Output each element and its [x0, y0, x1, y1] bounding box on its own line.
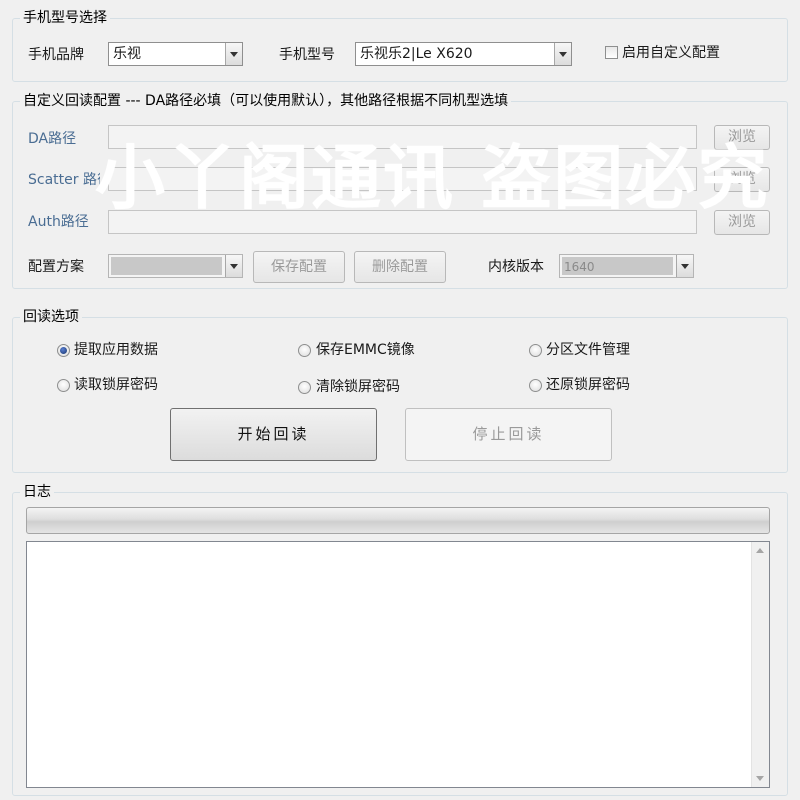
- kernel-version-select[interactable]: 1640: [559, 254, 694, 278]
- stop-readback-button[interactable]: 停止回读: [405, 408, 612, 461]
- option-save-emmc-label[interactable]: 保存EMMC镜像: [316, 340, 415, 360]
- chevron-down-icon[interactable]: [225, 43, 242, 65]
- da-browse-button[interactable]: 浏览: [714, 125, 770, 150]
- scatter-browse-button[interactable]: 浏览: [714, 167, 770, 192]
- chevron-down-icon[interactable]: [225, 255, 242, 277]
- auth-browse-button[interactable]: 浏览: [714, 210, 770, 235]
- auth-path-label: Auth路径: [28, 214, 89, 230]
- scatter-path-label: Scatter 路径: [28, 172, 100, 188]
- readback-options-title: 回读选项: [20, 308, 82, 326]
- log-title: 日志: [20, 483, 54, 501]
- option-extract-app-data-radio[interactable]: [57, 344, 70, 357]
- option-read-lock-password-radio[interactable]: [57, 379, 70, 392]
- config-scheme-label: 配置方案: [28, 259, 84, 275]
- delete-config-button[interactable]: 删除配置: [354, 251, 446, 283]
- model-label: 手机型号: [279, 47, 335, 63]
- da-path-label: DA路径: [28, 131, 77, 147]
- kernel-version-value: 1640: [564, 260, 595, 274]
- model-select-value: 乐视乐2|Le X620: [360, 46, 473, 62]
- option-partition-files-radio[interactable]: [529, 344, 542, 357]
- chevron-down-icon[interactable]: [676, 255, 693, 277]
- option-clear-lock-password-label[interactable]: 清除锁屏密码: [316, 377, 400, 397]
- model-selection-title: 手机型号选择: [20, 9, 110, 27]
- da-path-input[interactable]: [108, 125, 697, 149]
- custom-config-checkbox[interactable]: [605, 46, 618, 59]
- start-readback-button[interactable]: 开始回读: [170, 408, 377, 461]
- option-partition-files-label[interactable]: 分区文件管理: [546, 340, 630, 360]
- custom-readback-title: 自定义回读配置 --- DA路径必填（可以使用默认），其他路径根据不同机型选填: [20, 92, 512, 110]
- option-restore-lock-password-radio[interactable]: [529, 379, 542, 392]
- option-save-emmc-radio[interactable]: [298, 344, 311, 357]
- option-restore-lock-password-label[interactable]: 还原锁屏密码: [546, 375, 630, 395]
- brand-select-value: 乐视: [113, 46, 141, 62]
- model-select[interactable]: 乐视乐2|Le X620: [355, 42, 572, 66]
- kernel-version-label: 内核版本: [488, 259, 544, 275]
- chevron-down-icon[interactable]: [554, 43, 571, 65]
- log-progress-bar: [26, 507, 770, 534]
- custom-config-label[interactable]: 启用自定义配置: [622, 43, 720, 63]
- scroll-down-icon[interactable]: [756, 776, 764, 781]
- scroll-up-icon[interactable]: [756, 548, 764, 553]
- option-clear-lock-password-radio[interactable]: [298, 381, 311, 394]
- brand-select[interactable]: 乐视: [108, 42, 243, 66]
- option-extract-app-data-label[interactable]: 提取应用数据: [74, 340, 158, 360]
- brand-label: 手机品牌: [28, 47, 84, 63]
- log-scrollbar[interactable]: [751, 542, 769, 787]
- auth-path-input[interactable]: [108, 210, 697, 234]
- option-read-lock-password-label[interactable]: 读取锁屏密码: [74, 375, 158, 395]
- save-config-button[interactable]: 保存配置: [253, 251, 345, 283]
- config-scheme-select[interactable]: [108, 254, 243, 278]
- log-textarea[interactable]: [26, 541, 770, 788]
- scatter-path-input[interactable]: [108, 167, 697, 191]
